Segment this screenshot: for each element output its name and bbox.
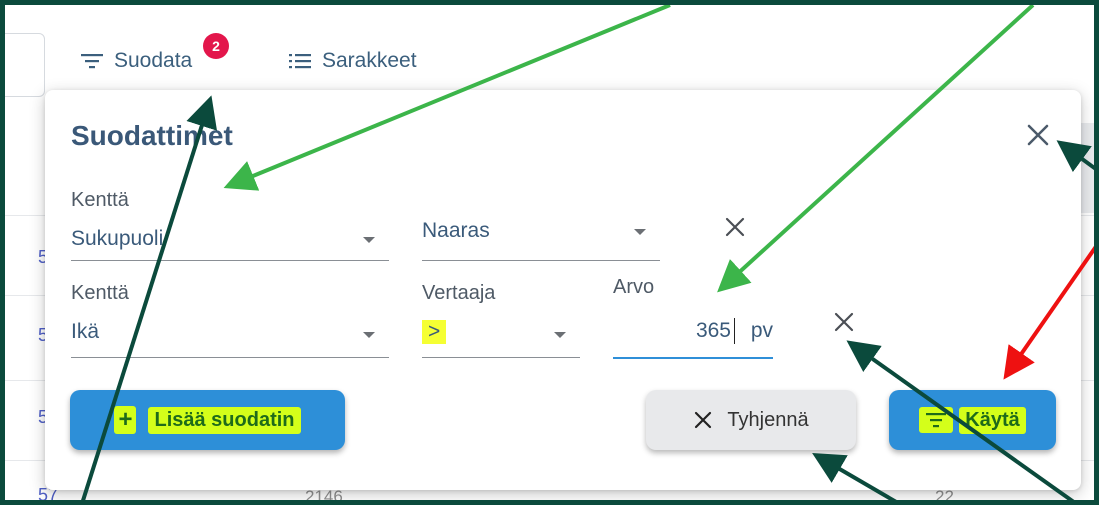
filters-panel: Suodattimet Kenttä Sukupuoli Naaras Kent…: [45, 90, 1081, 490]
field-value: Ikä: [71, 320, 100, 343]
column-header-edge: [1080, 123, 1094, 213]
filter-button[interactable]: Suodata: [80, 49, 192, 73]
operator-select-1[interactable]: Naaras: [422, 189, 660, 261]
field-underline: [71, 260, 389, 261]
value-input[interactable]: Arvo 365 pv: [613, 276, 773, 359]
field-select-2[interactable]: Kenttä Ikä: [71, 282, 389, 358]
comparator-select[interactable]: Vertaaja >: [422, 282, 580, 358]
columns-list-icon: [289, 54, 311, 69]
field-underline: [422, 357, 580, 358]
add-filter-button[interactable]: + Lisää suodatin: [70, 390, 345, 450]
close-icon[interactable]: [1023, 120, 1053, 150]
value-label: Arvo: [613, 276, 655, 298]
close-icon: [695, 411, 712, 429]
clear-button[interactable]: Tyhjennä: [646, 390, 856, 450]
field-underline: [71, 357, 389, 358]
chevron-down-icon: [634, 229, 646, 235]
field-select-1[interactable]: Kenttä Sukupuoli: [71, 189, 389, 261]
field-underline-focused: [613, 357, 773, 359]
field-label: Kenttä: [71, 189, 129, 211]
remove-filter-icon[interactable]: [831, 309, 857, 335]
filter-count-badge: 2: [203, 33, 229, 59]
panel-title: Suodattimet: [71, 120, 233, 151]
clear-label: Tyhjennä: [727, 408, 809, 431]
columns-label: Sarakkeet: [322, 49, 417, 72]
search-box[interactable]: [5, 33, 45, 97]
apply-label: Käytä: [959, 406, 1026, 434]
operator-value: Naaras: [422, 219, 490, 242]
filter-icon: [81, 54, 103, 69]
text-cursor: [734, 318, 735, 344]
filter-icon: [919, 407, 954, 433]
field-label: Kenttä: [71, 282, 129, 304]
field-underline: [422, 260, 660, 261]
comparator-value: >: [422, 320, 447, 344]
chevron-down-icon: [363, 332, 375, 338]
plus-icon: +: [114, 406, 137, 434]
remove-filter-icon[interactable]: [722, 214, 748, 240]
comparator-label: Vertaaja: [422, 282, 496, 304]
filter-label: Suodata: [114, 49, 193, 72]
columns-button[interactable]: Sarakkeet: [288, 49, 417, 73]
chevron-down-icon: [554, 332, 566, 338]
chevron-down-icon: [363, 237, 375, 243]
apply-button[interactable]: Käytä: [889, 390, 1056, 450]
value-unit: pv: [750, 319, 773, 342]
add-filter-label: Lisää suodatin: [148, 406, 301, 434]
screenshot-frame: Suodata 2 Sarakkeet 57 57 57 57 2146 22 …: [0, 0, 1099, 505]
value-text: 365: [695, 319, 731, 342]
field-value: Sukupuoli: [71, 227, 164, 250]
